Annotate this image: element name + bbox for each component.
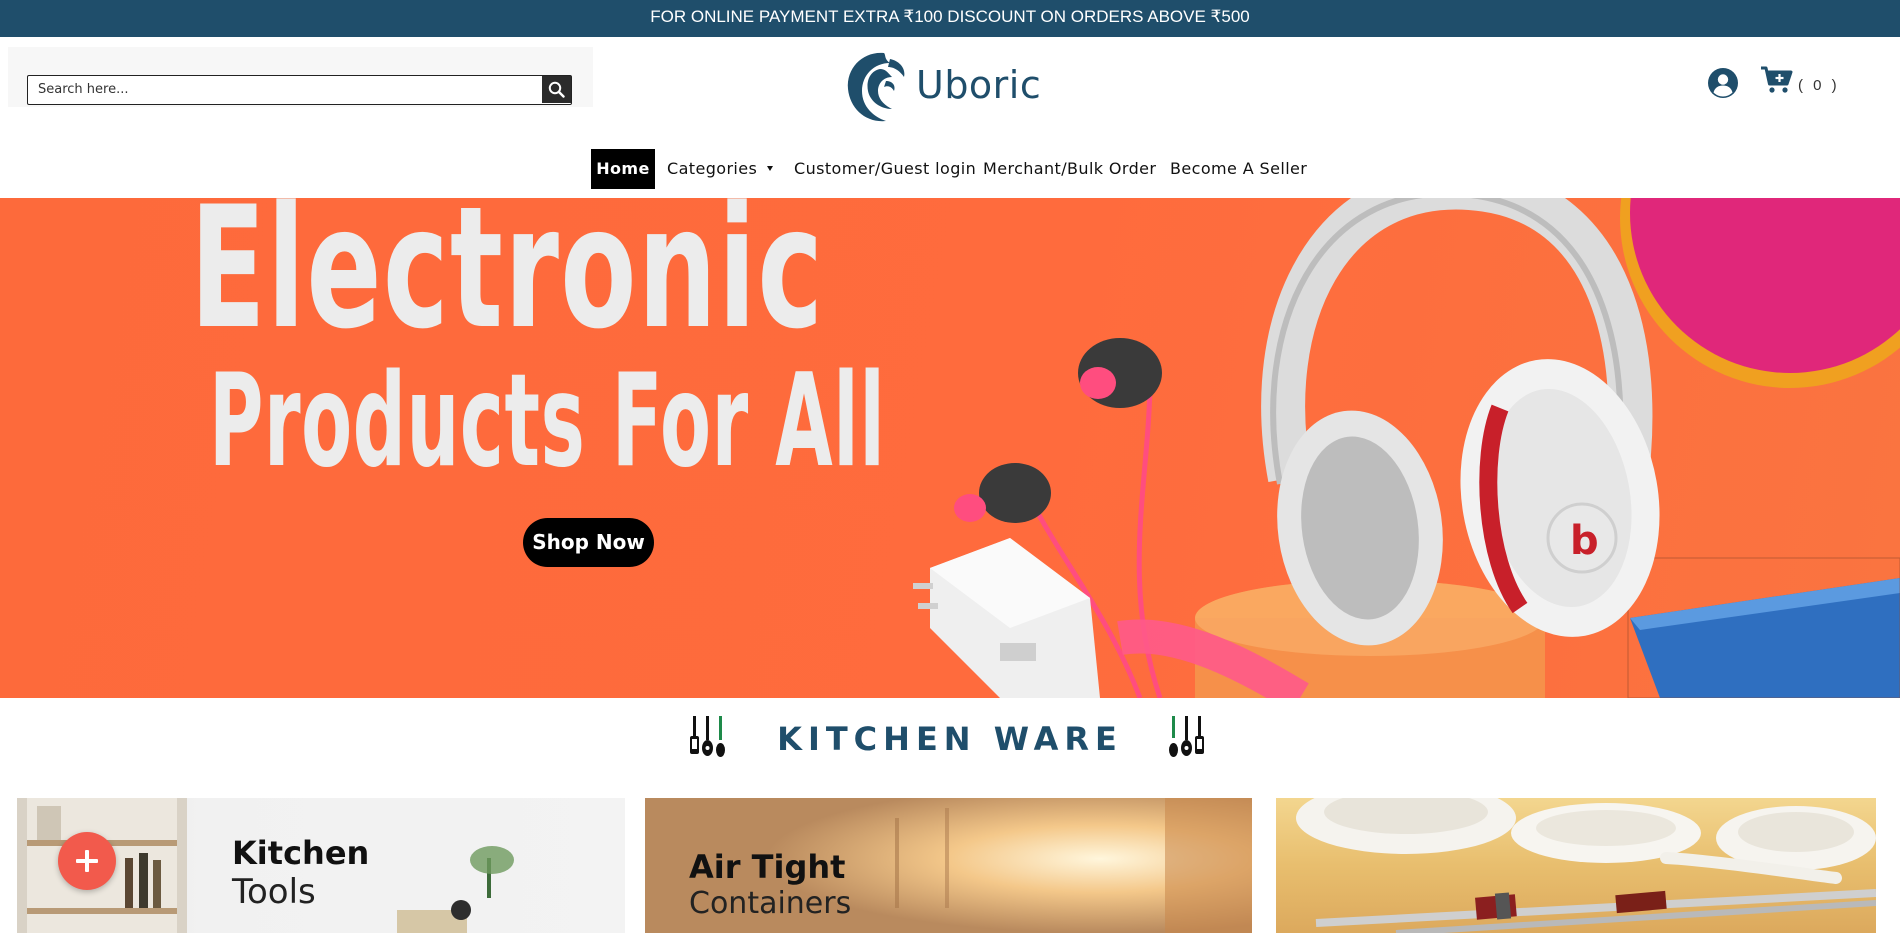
tableware-image (1296, 798, 1876, 933)
caret-down-icon (767, 165, 774, 171)
search-input[interactable] (28, 76, 541, 103)
user-circle-icon[interactable] (1707, 67, 1739, 99)
category-title: Air Tight (689, 848, 846, 886)
nav-customer-login[interactable]: Customer/Guest login (794, 149, 976, 189)
floating-add-button[interactable] (58, 832, 116, 890)
nav-home[interactable]: Home (591, 149, 655, 189)
kitchen-utensils-icon (1169, 716, 1204, 757)
hero-banner[interactable]: b Electronic Products For All Shop Now (0, 198, 1900, 698)
announcement-bar: FOR ONLINE PAYMENT EXTRA ₹100 DISCOUNT O… (0, 0, 1900, 37)
search-icon (548, 81, 565, 98)
nav-customer-login-label: Customer/Guest login (794, 159, 977, 178)
nav-merchant-bulk-label: Merchant/Bulk Order (983, 159, 1157, 178)
nav-categories-label: Categories (667, 159, 758, 178)
nav-become-seller-label: Become A Seller (1170, 159, 1308, 178)
category-subtitle: Containers (689, 886, 852, 921)
hero-headline: Electronic (190, 198, 825, 366)
search-button[interactable] (542, 76, 571, 103)
category-card-tableware[interactable] (1276, 798, 1876, 933)
shop-now-button[interactable]: Shop Now (523, 518, 654, 567)
main-nav: Home Categories Customer/Guest login Mer… (0, 137, 1900, 198)
nav-home-label: Home (596, 159, 650, 178)
category-card-air-tight-containers[interactable]: Air Tight Containers (645, 798, 1252, 933)
nav-become-seller[interactable]: Become A Seller (1170, 149, 1307, 189)
category-subtitle: Tools (232, 872, 316, 912)
svg-text:b: b (1570, 518, 1599, 564)
cart-count: ( 0 ) (1798, 77, 1840, 94)
brand-name: Uboric (916, 63, 1042, 107)
search-container (8, 47, 593, 107)
section-title: KITCHEN WARE (777, 720, 1123, 758)
announcement-text: FOR ONLINE PAYMENT EXTRA ₹100 DISCOUNT O… (650, 7, 1250, 26)
cart-plus-icon[interactable] (1760, 65, 1794, 95)
brand-logo[interactable]: Uboric (840, 47, 1042, 131)
site-header: Uboric ( 0 ) (0, 37, 1900, 137)
nav-merchant-bulk[interactable]: Merchant/Bulk Order (983, 149, 1156, 189)
hero-subheadline: Products For All (209, 347, 886, 496)
nav-categories[interactable]: Categories (667, 149, 774, 189)
category-title: Kitchen (232, 834, 370, 872)
logo-swirl-icon (847, 52, 905, 122)
search-box (27, 75, 572, 105)
plus-icon (76, 850, 98, 872)
